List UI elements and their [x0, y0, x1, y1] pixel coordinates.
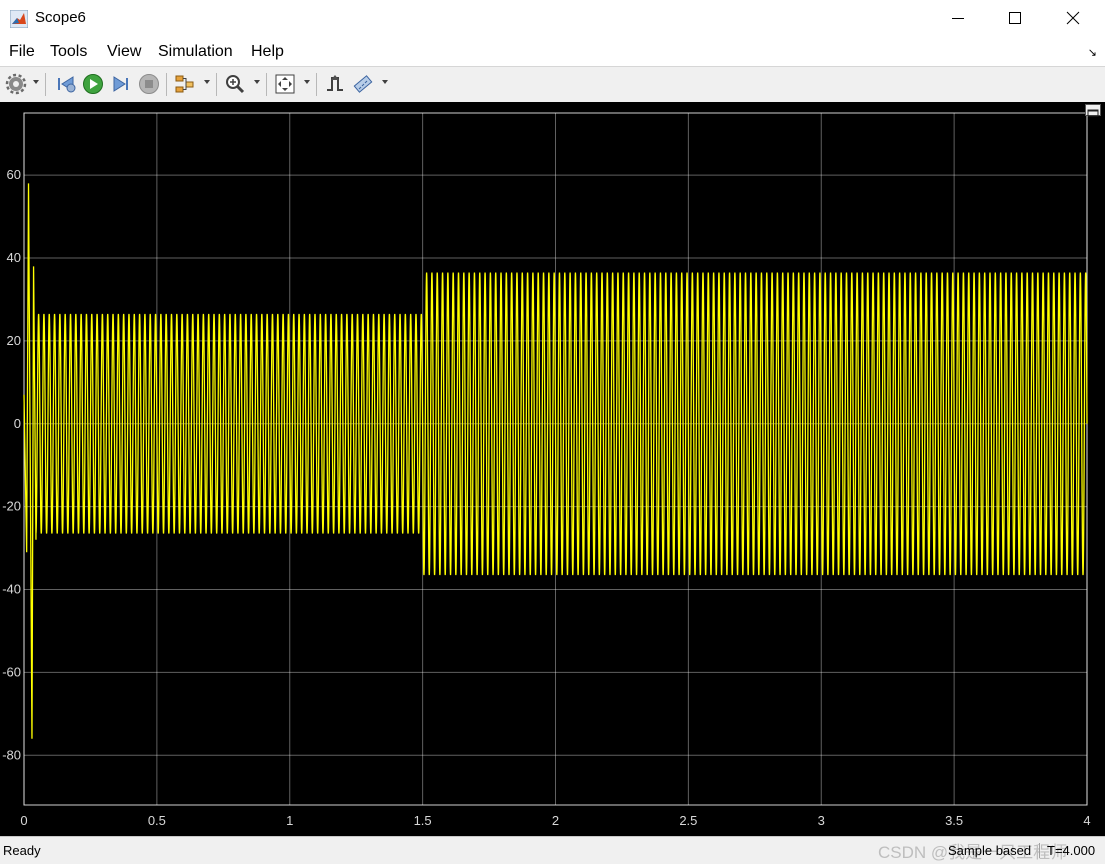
x-tick-label: 0 [20, 813, 27, 828]
menu-bar: File Tools View Simulation Help ↘ [0, 38, 1105, 66]
close-button[interactable] [1045, 0, 1103, 38]
toolbar-separator [45, 73, 46, 96]
menu-help[interactable]: Help [251, 43, 284, 61]
x-tick-label: 3.5 [945, 813, 963, 828]
x-tick-label: 4 [1083, 813, 1090, 828]
y-tick-label: 20 [7, 333, 21, 348]
menu-tools[interactable]: Tools [50, 43, 87, 61]
toolbar-separator [266, 73, 267, 96]
gear-icon[interactable] [5, 73, 27, 95]
zoom-dropdown-arrow[interactable] [254, 80, 260, 84]
x-tick-label: 2 [552, 813, 559, 828]
y-tick-label: 0 [14, 416, 21, 431]
maximize-axes-icon [1087, 109, 1099, 117]
undock-arrow-icon[interactable]: ↘ [1088, 46, 1097, 59]
y-tick-label: -60 [2, 664, 21, 679]
scope-display[interactable]: 0 0.5 1 1.5 2 2.5 3 3.5 4 60 40 20 0 -20 -40 -60 -80 [0, 102, 1105, 836]
x-tick-label: 1 [286, 813, 293, 828]
scope-plot[interactable]: 0 0.5 1 1.5 2 2.5 3 3.5 4 60 40 20 0 -20 -40 -60 -80 [0, 102, 1105, 836]
close-icon [1066, 11, 1080, 25]
toolbar-separator [166, 73, 167, 96]
measurements-dropdown-arrow[interactable] [382, 80, 388, 84]
y-tick-label: -80 [2, 747, 21, 762]
scope-window: Scope6 File Tools View Simulation Help ↘ [0, 0, 1105, 864]
stop-icon[interactable] [138, 73, 160, 95]
zoom-icon[interactable] [224, 73, 246, 95]
x-tick-label: 2.5 [679, 813, 697, 828]
x-tick-label: 0.5 [148, 813, 166, 828]
minimize-icon [952, 18, 964, 19]
maximize-button[interactable] [987, 0, 1045, 38]
status-sample-mode: Sample based [948, 843, 1041, 858]
minimize-button[interactable] [930, 0, 988, 38]
signal-selector-dropdown-arrow[interactable] [204, 80, 210, 84]
window-title: Scope6 [35, 9, 86, 26]
menu-simulation[interactable]: Simulation [158, 43, 233, 61]
y-tick-label: -20 [2, 499, 21, 514]
x-tick-label: 1.5 [414, 813, 432, 828]
measurements-icon[interactable] [352, 73, 374, 95]
maximize-icon [1009, 12, 1021, 24]
toolbar-separator [316, 73, 317, 96]
status-sim-time: T=4.000 [1047, 843, 1096, 858]
y-tick-label: -40 [2, 582, 21, 597]
toolbar [0, 66, 1105, 103]
signal-selector-icon[interactable] [174, 73, 196, 95]
settings-dropdown-arrow[interactable] [33, 80, 39, 84]
menu-view[interactable]: View [107, 43, 141, 61]
x-tick-label: 3 [818, 813, 825, 828]
status-bar: Ready CSDN @我是一只工程师 Sample based T=4.000 [0, 836, 1105, 864]
menu-file[interactable]: File [9, 43, 35, 61]
triggers-icon[interactable] [324, 73, 346, 95]
toolbar-separator [216, 73, 217, 96]
fit-dropdown-arrow[interactable] [304, 80, 310, 84]
y-tick-label: 60 [7, 167, 21, 182]
expand-axes-button[interactable] [1085, 104, 1101, 117]
fit-to-view-icon[interactable] [274, 73, 296, 95]
status-ready: Ready [3, 843, 41, 858]
matlab-icon [10, 10, 28, 28]
step-back-icon[interactable] [55, 73, 77, 95]
title-bar: Scope6 [0, 0, 1105, 38]
run-icon[interactable] [82, 73, 104, 95]
step-forward-icon[interactable] [110, 73, 132, 95]
y-tick-label: 40 [7, 250, 21, 265]
